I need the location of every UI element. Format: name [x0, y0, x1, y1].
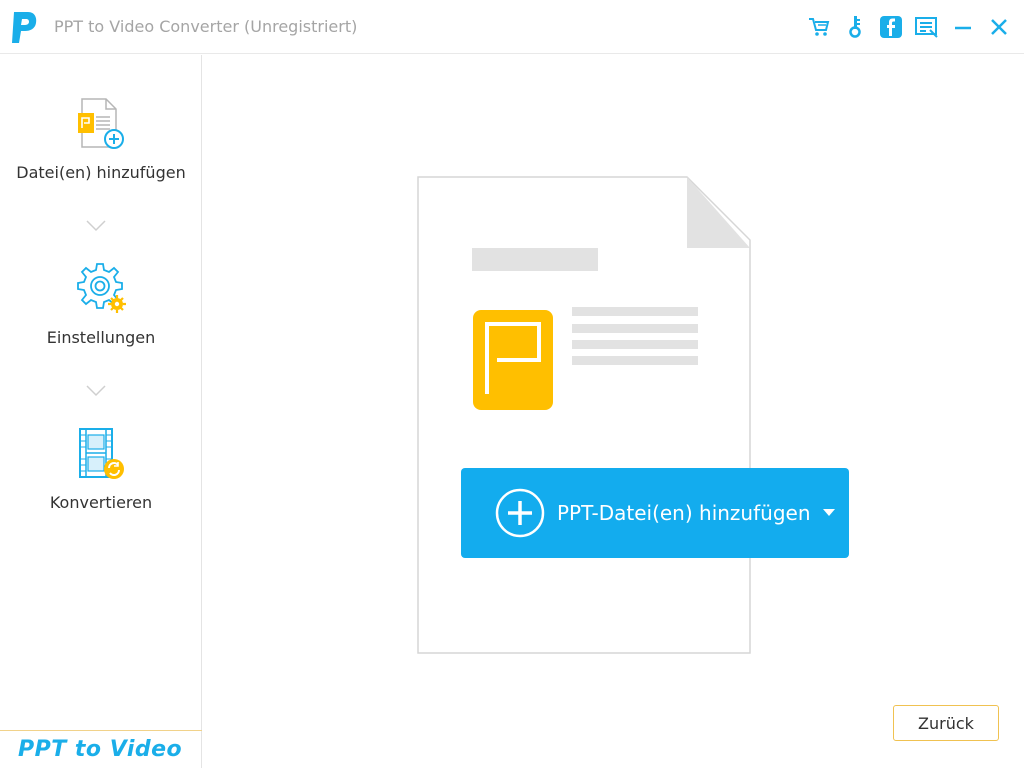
step-label-convert: Konvertieren [49, 493, 153, 512]
brand-footer: PPT to Video [0, 730, 202, 768]
brand-name: PPT to Video [18, 737, 183, 762]
caret-down-icon[interactable] [822, 509, 835, 517]
settings-gear-icon [77, 263, 126, 313]
add-file-icon [78, 98, 124, 149]
key-icon[interactable] [842, 14, 868, 40]
document-illustration [417, 176, 751, 654]
sidebar-step-settings[interactable]: Einstellungen [0, 262, 202, 347]
chevron-down-icon [86, 385, 106, 397]
facebook-icon[interactable] [878, 14, 904, 40]
convert-film-icon [79, 428, 124, 479]
sidebar-step-convert[interactable]: Konvertieren [0, 427, 202, 512]
cart-icon[interactable] [806, 14, 832, 40]
feedback-icon[interactable] [914, 14, 940, 40]
close-icon[interactable] [986, 14, 1012, 40]
sidebar-step-add-files[interactable]: Datei(en) hinzufügen [0, 97, 202, 182]
back-button[interactable]: Zurück [893, 705, 999, 741]
minimize-icon[interactable] [950, 14, 976, 40]
title-bar-icons [796, 14, 1012, 40]
add-button-label: PPT-Datei(en) hinzufügen [557, 501, 811, 525]
app-logo-icon [12, 12, 37, 43]
plus-circle-icon [495, 488, 545, 538]
step-label-add-files: Datei(en) hinzufügen [16, 163, 186, 182]
add-ppt-files-button[interactable]: PPT-Datei(en) hinzufügen [461, 468, 849, 558]
title-bar: PPT to Video Converter (Unregistriert) [0, 0, 1024, 54]
step-label-settings: Einstellungen [46, 328, 156, 347]
main-area: PPT-Datei(en) hinzufügen Zurück [203, 55, 1024, 768]
chevron-down-icon [86, 220, 106, 232]
window-title: PPT to Video Converter (Unregistriert) [54, 17, 358, 36]
sidebar: Datei(en) hinzufügen Einstellungen Konve… [0, 55, 202, 768]
